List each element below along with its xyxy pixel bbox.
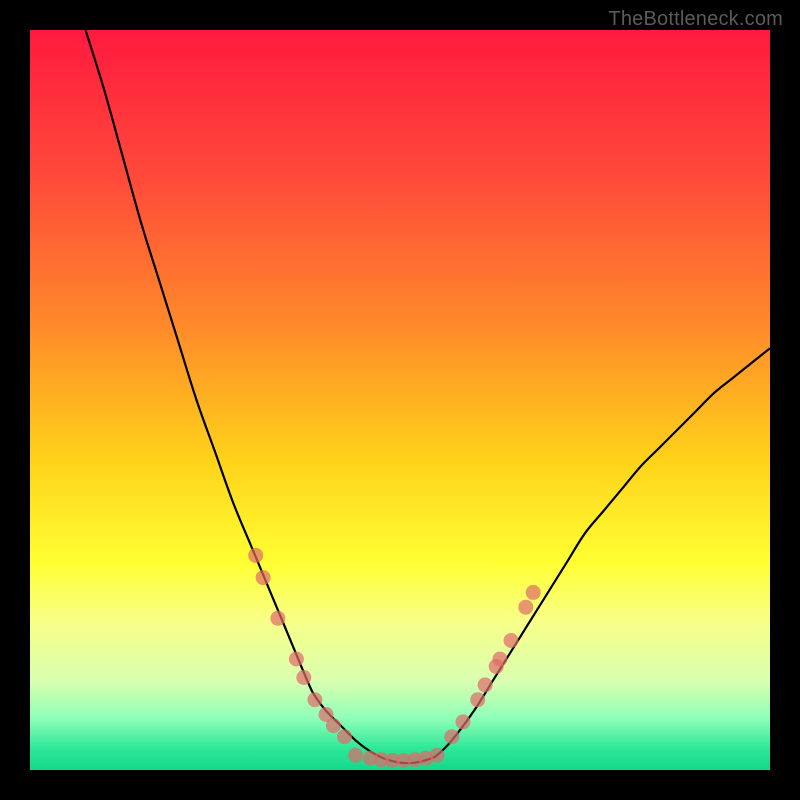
- plot-area: [30, 30, 770, 770]
- scatter-markers: [248, 548, 541, 768]
- curve-line: [86, 30, 771, 763]
- chart-frame: TheBottleneck.com: [0, 0, 800, 800]
- watermark-text: TheBottleneck.com: [608, 8, 783, 31]
- chart-svg: [30, 30, 770, 770]
